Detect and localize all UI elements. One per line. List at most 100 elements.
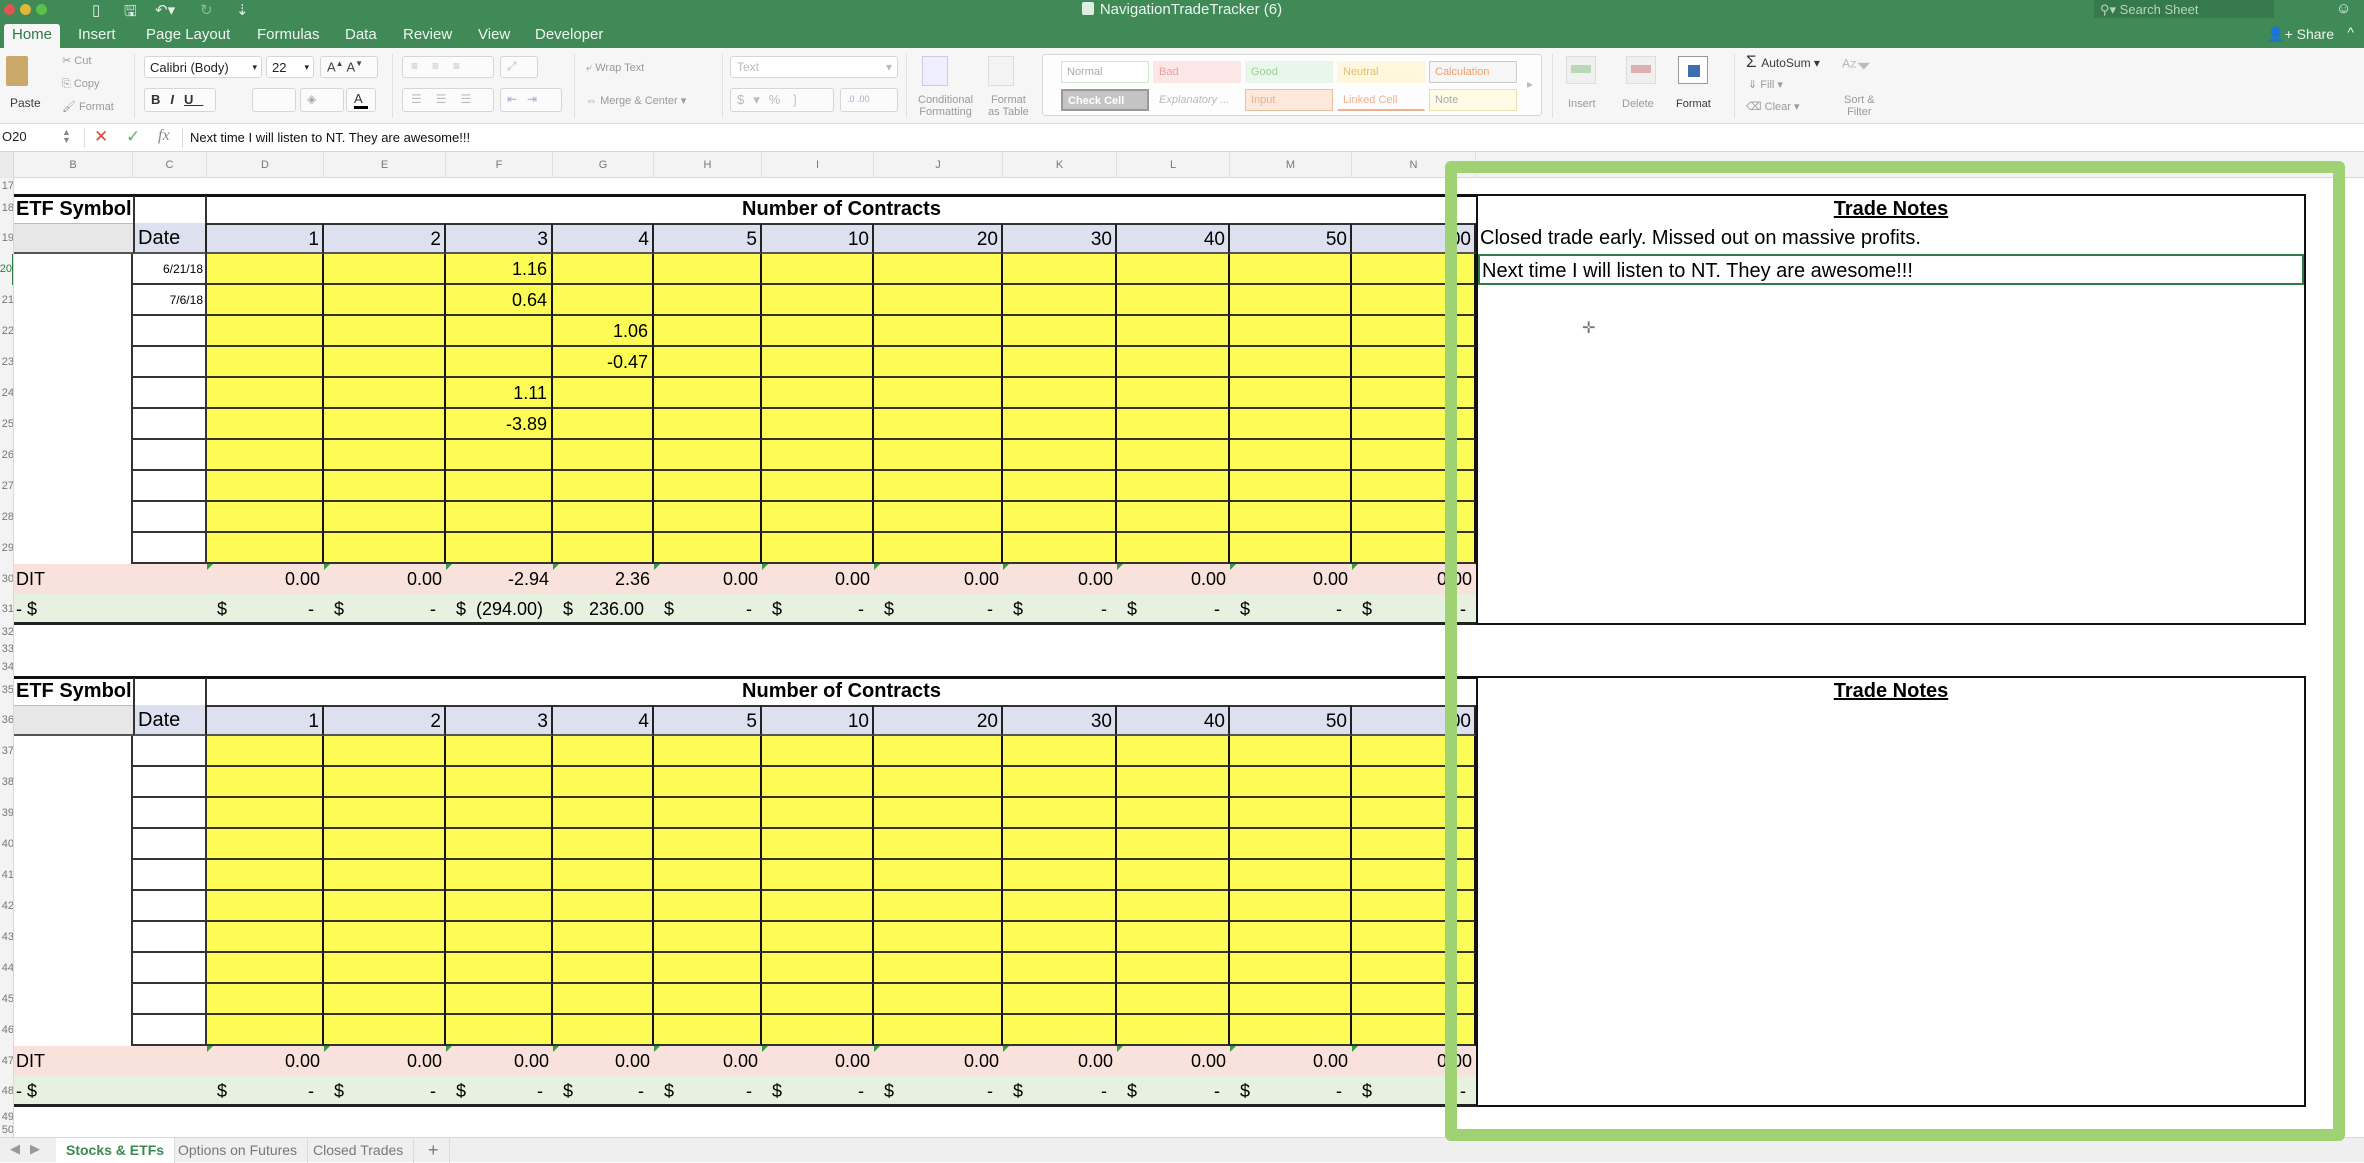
pnl-input-cell[interactable]: [1230, 860, 1352, 891]
row-header[interactable]: 48: [0, 1076, 13, 1107]
pnl-input-cell[interactable]: [1117, 798, 1230, 829]
pnl-input-cell[interactable]: [762, 378, 874, 409]
pnl-input-cell[interactable]: [1003, 254, 1117, 285]
pnl-input-cell[interactable]: [553, 285, 654, 316]
row-header[interactable]: 32: [0, 624, 13, 641]
pnl-input-cell[interactable]: [553, 767, 654, 798]
copy-button[interactable]: ⎘ Copy: [62, 78, 100, 91]
pnl-input-cell[interactable]: [1230, 829, 1352, 860]
style-check-cell[interactable]: Check Cell: [1061, 89, 1149, 111]
pnl-input-cell[interactable]: [654, 984, 762, 1015]
date-cell[interactable]: [133, 471, 207, 502]
pnl-input-cell[interactable]: [446, 922, 553, 953]
font-grow-shrink-buttons[interactable]: A▲ A▼: [320, 56, 378, 78]
date-cell[interactable]: [133, 860, 207, 891]
pnl-input-cell[interactable]: [553, 829, 654, 860]
pnl-input-cell[interactable]: [762, 736, 874, 767]
pnl-input-cell[interactable]: [1230, 347, 1352, 378]
vertical-align-buttons[interactable]: ≡≡≡: [402, 56, 494, 78]
date-cell[interactable]: [133, 440, 207, 471]
pnl-input-cell[interactable]: [324, 922, 446, 953]
pnl-input-cell[interactable]: [207, 347, 324, 378]
share-button[interactable]: 👤+ Share: [2267, 26, 2334, 43]
column-header[interactable]: L: [1117, 152, 1230, 178]
pnl-input-cell[interactable]: [553, 953, 654, 984]
pnl-input-cell[interactable]: [874, 860, 1003, 891]
row-header[interactable]: 39: [0, 798, 13, 829]
pnl-input-cell[interactable]: [324, 316, 446, 347]
date-cell[interactable]: [133, 767, 207, 798]
pnl-input-cell[interactable]: [1352, 285, 1476, 316]
column-header[interactable]: H: [654, 152, 762, 178]
pnl-input-cell[interactable]: [1117, 767, 1230, 798]
pnl-input-cell[interactable]: [207, 502, 324, 533]
font-color-button[interactable]: A: [346, 88, 376, 112]
date-cell[interactable]: [133, 798, 207, 829]
style-good[interactable]: Good: [1245, 61, 1333, 83]
pnl-input-cell[interactable]: [1003, 502, 1117, 533]
pnl-input-cell[interactable]: [874, 316, 1003, 347]
pnl-input-cell[interactable]: [324, 891, 446, 922]
row-header[interactable]: 20: [0, 254, 13, 285]
pnl-input-cell[interactable]: [762, 471, 874, 502]
pnl-input-cell[interactable]: [324, 409, 446, 440]
pnl-input-cell[interactable]: [207, 984, 324, 1015]
pnl-input-cell[interactable]: [1230, 891, 1352, 922]
clear-button[interactable]: ⌫ Clear ▾: [1746, 100, 1800, 113]
pnl-input-cell[interactable]: [207, 953, 324, 984]
column-header[interactable]: M: [1230, 152, 1352, 178]
pnl-input-cell[interactable]: [207, 860, 324, 891]
tab-home[interactable]: Home: [4, 24, 61, 48]
format-as-table-icon[interactable]: [988, 56, 1014, 86]
row-header[interactable]: 40: [0, 829, 13, 860]
row-header[interactable]: 43: [0, 922, 13, 953]
pnl-input-cell[interactable]: [1003, 891, 1117, 922]
column-header[interactable]: J: [874, 152, 1003, 178]
pnl-input-cell[interactable]: [1003, 767, 1117, 798]
pnl-input-cell[interactable]: [446, 471, 553, 502]
trade-notes-box[interactable]: [1476, 676, 2306, 1107]
column-header[interactable]: K: [1003, 152, 1117, 178]
gallery-next-icon[interactable]: ▸: [1527, 77, 1533, 91]
pnl-input-cell[interactable]: [324, 440, 446, 471]
column-header[interactable]: B: [14, 152, 133, 178]
pnl-input-cell[interactable]: [446, 860, 553, 891]
title-spacer-cell[interactable]: [133, 196, 207, 223]
pnl-input-cell[interactable]: [762, 533, 874, 564]
date-cell[interactable]: [133, 829, 207, 860]
pnl-input-cell[interactable]: [654, 347, 762, 378]
pnl-input-cell[interactable]: [1117, 891, 1230, 922]
pnl-input-cell[interactable]: [553, 736, 654, 767]
pnl-input-cell[interactable]: [324, 378, 446, 409]
pnl-input-cell[interactable]: [654, 891, 762, 922]
date-cell[interactable]: [133, 1015, 207, 1046]
pnl-input-cell[interactable]: [1352, 471, 1476, 502]
pnl-input-cell[interactable]: -0.47: [553, 347, 654, 378]
tab-page-layout[interactable]: Page Layout: [138, 24, 238, 48]
column-header[interactable]: G: [553, 152, 654, 178]
pnl-input-cell[interactable]: [1117, 502, 1230, 533]
pnl-input-cell[interactable]: [1003, 798, 1117, 829]
pnl-input-cell[interactable]: [654, 409, 762, 440]
date-cell[interactable]: [133, 984, 207, 1015]
pnl-input-cell[interactable]: [874, 736, 1003, 767]
orientation-button[interactable]: ⤢: [500, 56, 538, 78]
row-header[interactable]: 37: [0, 736, 13, 767]
pnl-input-cell[interactable]: [1230, 285, 1352, 316]
pnl-input-cell[interactable]: [762, 285, 874, 316]
pnl-input-cell[interactable]: [874, 953, 1003, 984]
pnl-input-cell[interactable]: [1117, 285, 1230, 316]
pnl-input-cell[interactable]: [446, 891, 553, 922]
pnl-input-cell[interactable]: [762, 502, 874, 533]
pnl-input-cell[interactable]: [1352, 1015, 1476, 1046]
pnl-input-cell[interactable]: [1352, 922, 1476, 953]
style-normal[interactable]: Normal: [1061, 61, 1149, 83]
select-all-corner[interactable]: [0, 152, 14, 178]
cancel-entry-icon[interactable]: ✕: [94, 127, 108, 147]
pnl-input-cell[interactable]: [207, 829, 324, 860]
pnl-input-cell[interactable]: [1230, 502, 1352, 533]
pnl-input-cell[interactable]: [324, 984, 446, 1015]
feedback-smiley-icon[interactable]: ☺: [2336, 0, 2351, 17]
row-header[interactable]: 18: [0, 194, 13, 223]
paste-icon[interactable]: [6, 56, 28, 86]
